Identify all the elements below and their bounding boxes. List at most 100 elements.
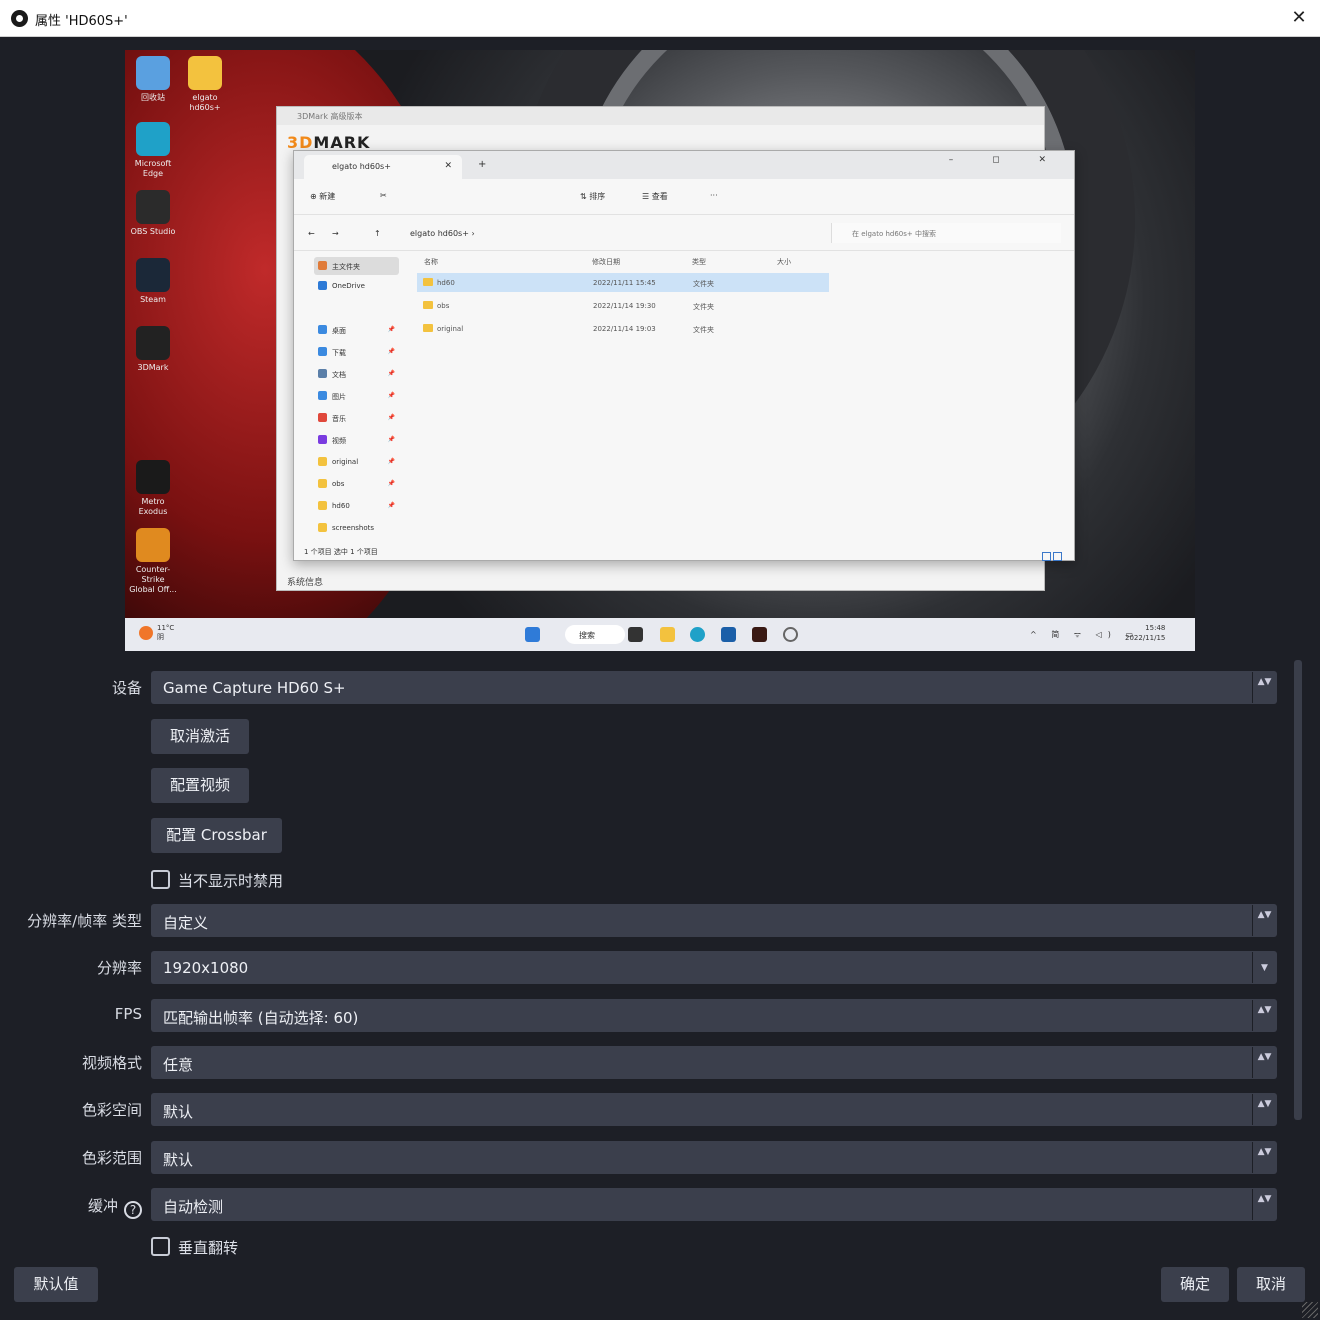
edge-icon[interactable] bbox=[690, 627, 705, 642]
resize-grip[interactable] bbox=[1302, 1302, 1318, 1318]
column-header-type[interactable]: 类型 bbox=[692, 257, 706, 267]
explorer-tabbar: elgato hd60s+ ✕ + – ◻ ✕ bbox=[294, 151, 1074, 179]
steam-icon bbox=[136, 258, 170, 292]
view-button[interactable]: ☰ 查看 bbox=[642, 191, 668, 202]
fps-select[interactable]: 匹配输出帧率 (自动选择: 60) ▲▼ bbox=[151, 999, 1277, 1032]
nav-item-obs[interactable]: obs 📌 bbox=[314, 475, 399, 493]
desktop-icon-recycle-bin[interactable]: 回收站 bbox=[129, 56, 177, 103]
download-icon bbox=[318, 347, 327, 356]
store-icon[interactable] bbox=[721, 627, 736, 642]
taskbar-search[interactable]: 搜索 bbox=[565, 625, 625, 644]
forward-icon[interactable]: → bbox=[332, 229, 339, 238]
nav-item-videos[interactable]: 视频 📌 bbox=[314, 431, 399, 449]
tab-close-icon[interactable]: ✕ bbox=[444, 161, 452, 171]
desktop-icon-folder[interactable]: elgato hd60s+ bbox=[181, 56, 229, 113]
cancel-button[interactable]: 取消 bbox=[1237, 1267, 1305, 1302]
desktop-icon bbox=[318, 325, 327, 334]
updown-icon: ▲▼ bbox=[1252, 1047, 1276, 1078]
back-icon[interactable]: ← bbox=[308, 229, 315, 238]
recycle-bin-icon bbox=[136, 56, 170, 90]
res-fps-type-label: 分辨率/帧率 类型 bbox=[27, 912, 142, 930]
system-tray[interactable]: ^ 简 ᯤ ◁) ▭ bbox=[1030, 629, 1139, 640]
flip-vertically-checkbox[interactable] bbox=[151, 1237, 170, 1256]
desktop-icon-edge[interactable]: Microsoft Edge bbox=[129, 122, 177, 179]
device-select[interactable]: Game Capture HD60 S+ ▲▼ bbox=[151, 671, 1277, 704]
nav-item-hd60[interactable]: hd60 📌 bbox=[314, 497, 399, 515]
configure-crossbar-button[interactable]: 配置 Crossbar bbox=[151, 818, 282, 853]
explorer-search-input[interactable]: 在 elgato hd60s+ 中搜索 bbox=[831, 223, 1061, 243]
desktop-icon-steam[interactable]: Steam bbox=[129, 258, 177, 305]
defaults-button[interactable]: 默认值 bbox=[14, 1267, 98, 1302]
table-row[interactable]: original 2022/11/14 19:03 文件夹 bbox=[417, 319, 829, 338]
start-icon[interactable] bbox=[525, 627, 540, 642]
explorer-file-list: 名称 修改日期 类型 大小 hd60 2022/11/11 15:45 文件夹 … bbox=[412, 251, 832, 536]
up-icon[interactable]: ↑ bbox=[374, 229, 381, 238]
table-row[interactable]: obs 2022/11/14 19:30 文件夹 bbox=[417, 296, 829, 315]
task-view-icon[interactable] bbox=[628, 627, 643, 642]
video-format-select[interactable]: 任意 ▲▼ bbox=[151, 1046, 1277, 1079]
desktop-icon-csgo[interactable]: Counter-Strike Global Off... bbox=[129, 528, 177, 595]
pin-icon: 📌 bbox=[387, 502, 395, 509]
updown-icon: ▲▼ bbox=[1252, 1189, 1276, 1220]
updown-icon: ▲▼ bbox=[1252, 1094, 1276, 1125]
nav-item-screenshots[interactable]: screenshots bbox=[314, 519, 399, 537]
deactivate-button[interactable]: 取消激活 bbox=[151, 719, 249, 754]
form-scrollbar[interactable] bbox=[1294, 660, 1302, 1120]
ok-button[interactable]: 确定 bbox=[1161, 1267, 1229, 1302]
weather-widget[interactable]: 11°C 阴 bbox=[139, 624, 174, 642]
taskbar: 11°C 阴 搜索 ^ 简 ᯤ ◁) ▭ 15:48 2022/11/15 bbox=[125, 618, 1195, 651]
nav-item-pictures[interactable]: 图片 📌 bbox=[314, 387, 399, 405]
folder-icon bbox=[318, 479, 327, 488]
new-button[interactable]: ⊕ 新建 bbox=[310, 191, 335, 202]
clock[interactable]: 15:48 2022/11/15 bbox=[1125, 623, 1165, 643]
flip-vertically-label: 垂直翻转 bbox=[178, 1239, 239, 1257]
view-toggle[interactable] bbox=[1040, 546, 1062, 561]
nav-item-onedrive[interactable]: OneDrive bbox=[314, 277, 399, 295]
explorer-window-controls[interactable]: – ◻ ✕ bbox=[949, 155, 1064, 165]
folder-icon bbox=[423, 278, 433, 286]
breadcrumb[interactable]: elgato hd60s+ › bbox=[410, 229, 475, 238]
color-range-select[interactable]: 默认 ▲▼ bbox=[151, 1141, 1277, 1174]
resolution-combobox[interactable]: 1920x1080 ▼ bbox=[151, 951, 1277, 984]
buffering-label: 缓冲? bbox=[20, 1195, 142, 1219]
obs-icon[interactable] bbox=[783, 627, 798, 642]
deactivate-when-not-showing-checkbox[interactable] bbox=[151, 870, 170, 889]
title-bar: 属性 'HD60S+' ✕ bbox=[0, 0, 1320, 37]
color-space-select[interactable]: 默认 ▲▼ bbox=[151, 1093, 1277, 1126]
metro-icon bbox=[136, 460, 170, 494]
close-window-button[interactable]: ✕ bbox=[1285, 5, 1313, 31]
nav-item-desktop[interactable]: 桌面 📌 bbox=[314, 321, 399, 339]
updown-icon: ▲▼ bbox=[1252, 1000, 1276, 1031]
folder-icon bbox=[318, 523, 327, 532]
nav-item-documents[interactable]: 文档 📌 bbox=[314, 365, 399, 383]
desktop-icon-3dmark[interactable]: 3DMark bbox=[129, 326, 177, 373]
nav-item-home[interactable]: 主文件夹 bbox=[314, 257, 399, 275]
updown-icon: ▲▼ bbox=[1252, 1142, 1276, 1173]
desktop-icon-metro[interactable]: Metro Exodus bbox=[129, 460, 177, 517]
table-row[interactable]: hd60 2022/11/11 15:45 文件夹 bbox=[417, 273, 829, 292]
file-explorer-icon[interactable] bbox=[660, 627, 675, 642]
res-fps-type-select[interactable]: 自定义 ▲▼ bbox=[151, 904, 1277, 937]
color-range-label: 色彩范围 bbox=[81, 1149, 142, 1167]
video-icon bbox=[318, 435, 327, 444]
column-header-name[interactable]: 名称 bbox=[424, 257, 438, 267]
nav-item-downloads[interactable]: 下载 📌 bbox=[314, 343, 399, 361]
cut-icon[interactable]: ✂ bbox=[380, 191, 387, 200]
help-icon[interactable]: ? bbox=[124, 1201, 142, 1219]
edge-icon bbox=[136, 122, 170, 156]
sort-button[interactable]: ⇅ 排序 bbox=[580, 191, 605, 202]
new-tab-button[interactable]: + bbox=[478, 159, 486, 170]
pin-icon: 📌 bbox=[387, 480, 395, 487]
more-button[interactable]: ··· bbox=[710, 191, 718, 200]
window-title: 属性 'HD60S+' bbox=[35, 14, 128, 29]
nav-item-music[interactable]: 音乐 📌 bbox=[314, 409, 399, 427]
3dmark-icon[interactable] bbox=[752, 627, 767, 642]
column-header-size[interactable]: 大小 bbox=[777, 257, 791, 267]
column-header-date[interactable]: 修改日期 bbox=[592, 257, 620, 267]
folder-icon bbox=[423, 301, 433, 309]
buffering-select[interactable]: 自动检测 ▲▼ bbox=[151, 1188, 1277, 1221]
explorer-tab[interactable]: elgato hd60s+ ✕ bbox=[304, 155, 462, 179]
desktop-icon-obs[interactable]: OBS Studio bbox=[129, 190, 177, 237]
configure-video-button[interactable]: 配置视频 bbox=[151, 768, 249, 803]
nav-item-original[interactable]: original 📌 bbox=[314, 453, 399, 471]
